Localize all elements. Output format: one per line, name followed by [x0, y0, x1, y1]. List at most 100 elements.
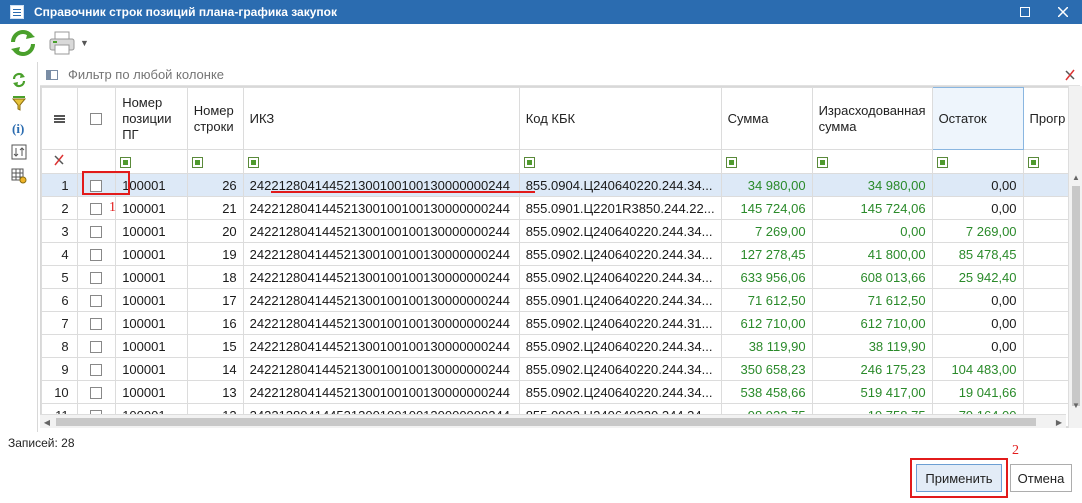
column-header-sum[interactable]: Сумма	[720, 87, 813, 150]
side-settings-button[interactable]	[0, 164, 38, 188]
cell-spent: 41 800,00	[811, 242, 933, 266]
panel-toggle-icon[interactable]	[46, 69, 58, 80]
info-icon: (i)	[12, 121, 24, 136]
table-row[interactable]: 10 100001 13 242212804144521300100100130000…	[41, 380, 1079, 404]
filter-cell-sum[interactable]	[720, 149, 813, 174]
document-list-icon	[10, 5, 24, 19]
filter-input[interactable]	[68, 67, 968, 82]
filter-cell-line[interactable]	[186, 149, 244, 174]
cell-kbk: 855.0902.Ц240640220.244.31...	[518, 311, 722, 335]
annotation-step-2: 2	[1012, 443, 1019, 458]
filter-condition-icon[interactable]	[523, 157, 535, 169]
column-header-pos[interactable]: Номер позиции ПГ	[115, 87, 188, 150]
filter-cell-spent[interactable]	[811, 149, 933, 174]
side-refresh-button[interactable]	[0, 68, 38, 92]
cell-ikz: 242212804144521300100100130000000244	[242, 357, 520, 381]
close-button[interactable]	[1044, 0, 1082, 24]
sort-columns-icon	[11, 144, 27, 160]
vertical-scrollbar[interactable]: ▲ ▼	[1068, 86, 1082, 428]
cell-spent: 0,00	[811, 219, 933, 243]
cell-line: 26	[186, 173, 244, 197]
side-sort-button[interactable]	[0, 140, 38, 164]
row-select-cell[interactable]	[76, 311, 117, 335]
column-header-kbk[interactable]: Код КБК	[518, 87, 722, 150]
filter-row-clear[interactable]	[41, 149, 78, 174]
row-checkbox[interactable]	[90, 226, 103, 239]
column-header-spent[interactable]: Израсходованная сумма	[811, 87, 933, 150]
cell-spent: 38 119,90	[811, 334, 933, 358]
refresh-icon	[11, 30, 35, 56]
row-number-cell: 8	[41, 334, 78, 358]
filter-cell-rest[interactable]	[931, 149, 1024, 174]
refresh-button[interactable]	[6, 28, 40, 58]
print-button[interactable]	[46, 28, 78, 58]
row-checkbox[interactable]	[90, 295, 103, 308]
table-row[interactable]: 3 100001 20 2422128041445213001001001300000…	[41, 219, 1079, 243]
row-select-cell[interactable]	[76, 357, 117, 381]
side-info-button[interactable]: (i)	[0, 116, 38, 140]
cell-rest: 25 942,40	[931, 265, 1024, 289]
filter-condition-icon[interactable]	[191, 157, 203, 169]
records-count: Записей: 28	[8, 436, 75, 450]
filter-cell-select	[76, 149, 117, 174]
cell-line: 18	[186, 265, 244, 289]
filter-condition-icon[interactable]	[1027, 157, 1039, 169]
row-checkbox[interactable]	[90, 364, 103, 377]
row-select-cell[interactable]	[76, 334, 117, 358]
cell-pos: 100001	[115, 242, 188, 266]
window-title: Справочник строк позиций плана-графика з…	[34, 5, 337, 19]
clear-filter-icon[interactable]	[1064, 69, 1076, 81]
column-header-rest[interactable]: Остаток	[931, 87, 1024, 150]
column-header-line[interactable]: Номер строки	[186, 87, 244, 150]
table-row[interactable]: 7 100001 16 2422128041445213001001001300000…	[41, 311, 1079, 335]
select-all-header[interactable]	[76, 87, 117, 150]
row-select-cell[interactable]	[76, 288, 117, 312]
scroll-right-arrow[interactable]: ▶	[1052, 415, 1066, 429]
table-row[interactable]: 4 100001 19 2422128041445213001001001300000…	[41, 242, 1079, 266]
row-select-cell[interactable]	[76, 265, 117, 289]
filter-cell-ikz[interactable]	[242, 149, 520, 174]
row-checkbox[interactable]	[90, 387, 103, 400]
row-select-cell[interactable]	[76, 242, 117, 266]
scroll-down-arrow[interactable]: ▼	[1069, 398, 1082, 412]
cell-rest: 0,00	[931, 311, 1024, 335]
cell-rest: 0,00	[931, 173, 1024, 197]
scroll-up-arrow[interactable]: ▲	[1069, 170, 1082, 184]
column-chooser-header[interactable]	[41, 87, 78, 150]
filter-condition-icon[interactable]	[725, 157, 737, 169]
table-row[interactable]: 8 100001 15 2422128041445213001001001300000…	[41, 334, 1079, 358]
select-all-checkbox[interactable]	[90, 113, 103, 126]
filter-condition-icon[interactable]	[936, 157, 948, 169]
table-row[interactable]: 5 100001 18 2422128041445213001001001300000…	[41, 265, 1079, 289]
filter-condition-icon[interactable]	[120, 157, 132, 169]
print-dropdown-arrow[interactable]: ▼	[80, 38, 89, 48]
cell-sum: 7 269,00	[720, 219, 813, 243]
cell-ikz: 242212804144521300100100130000000244	[242, 196, 520, 220]
table-row[interactable]: 6 100001 17 2422128041445213001001001300000…	[41, 288, 1079, 312]
filter-cell-kbk[interactable]	[518, 149, 722, 174]
scroll-left-arrow[interactable]: ◀	[40, 415, 54, 429]
row-checkbox[interactable]	[90, 203, 103, 216]
row-checkbox[interactable]	[90, 341, 103, 354]
vertical-scroll-thumb[interactable]	[1072, 186, 1080, 406]
row-checkbox[interactable]	[90, 272, 103, 285]
filter-cell-pos[interactable]	[115, 149, 188, 174]
table-row[interactable]: 2 100001 21 2422128041445213001001001300000…	[41, 196, 1079, 220]
column-header-ikz[interactable]: ИКЗ	[242, 87, 520, 150]
maximize-button[interactable]	[1006, 0, 1044, 24]
side-toolbar: (i)	[0, 62, 38, 432]
filter-condition-icon[interactable]	[247, 157, 259, 169]
row-checkbox[interactable]	[90, 249, 103, 262]
cell-ikz: 242212804144521300100100130000000244	[242, 311, 520, 335]
filter-condition-icon[interactable]	[816, 157, 828, 169]
horizontal-scroll-thumb[interactable]	[56, 418, 1036, 426]
cancel-button[interactable]: Отмена	[1010, 464, 1072, 492]
horizontal-scrollbar[interactable]: ◀ ▶	[40, 414, 1066, 428]
annotation-step-1: 1	[109, 200, 116, 215]
row-select-cell[interactable]	[76, 219, 117, 243]
table-row[interactable]: 9 100001 14 2422128041445213001001001300000…	[41, 357, 1079, 381]
side-filter-button[interactable]	[0, 92, 38, 116]
row-checkbox[interactable]	[90, 318, 103, 331]
row-select-cell[interactable]	[76, 380, 117, 404]
table-row[interactable]: 1 100001 26 2422128041445213001001001300000…	[41, 173, 1079, 197]
